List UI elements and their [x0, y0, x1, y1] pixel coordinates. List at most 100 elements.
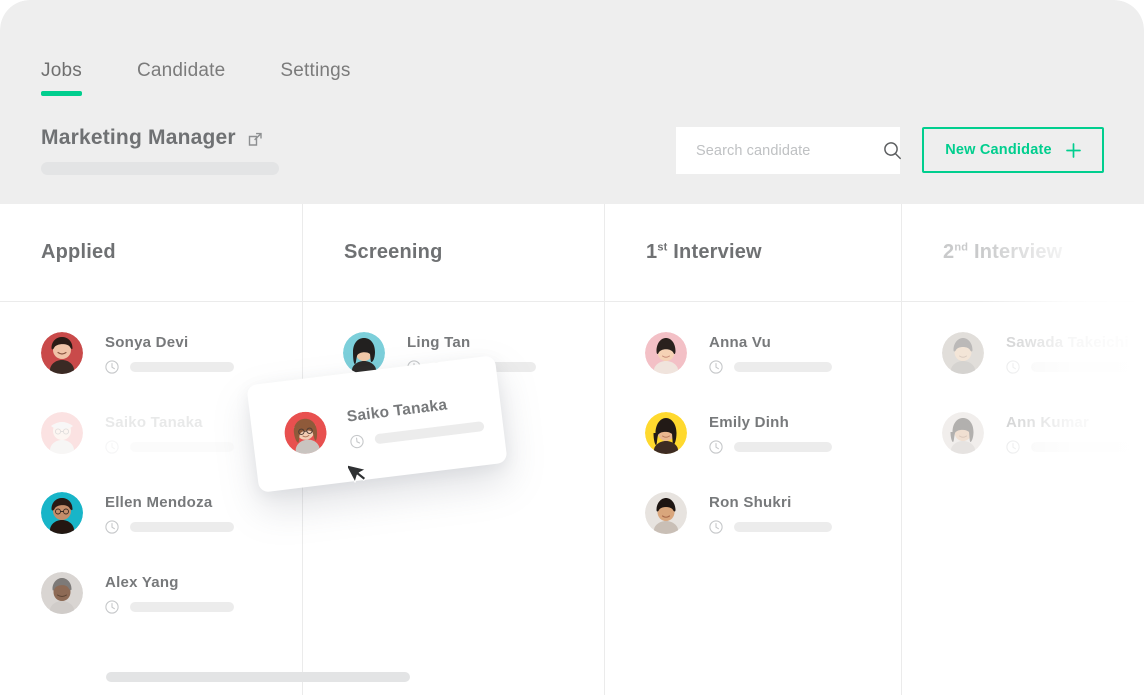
avatar [282, 409, 329, 456]
column-header-screening: Screening [303, 204, 604, 302]
meta-placeholder-bar [734, 522, 832, 532]
candidate-meta [1006, 440, 1131, 454]
horizontal-scrollbar[interactable] [106, 672, 410, 682]
candidate-card[interactable]: Ron Shukri [605, 480, 901, 560]
avatar [41, 492, 83, 534]
job-title-row: Marketing Manager [41, 126, 279, 150]
new-candidate-label: New Candidate [945, 142, 1052, 158]
meta-placeholder-bar [130, 442, 234, 452]
clock-icon [709, 360, 723, 374]
job-summary: Marketing Manager [41, 126, 279, 175]
meta-placeholder-bar [130, 522, 234, 532]
search-box[interactable] [676, 127, 902, 174]
tab-jobs[interactable]: Jobs [41, 60, 82, 96]
clock-icon [349, 433, 365, 449]
candidate-meta [709, 520, 832, 534]
column-header-second-interview: 2nd Interview [902, 204, 1144, 302]
avatar [41, 332, 83, 374]
page-title: Marketing Manager [41, 126, 236, 149]
clock-icon [709, 520, 723, 534]
candidate-meta [105, 440, 234, 454]
clock-icon [105, 360, 119, 374]
meta-placeholder-bar [734, 442, 832, 452]
candidate-info: Saiko Tanaka [346, 390, 485, 449]
page-header: Jobs Candidate Settings Marketing Manage… [0, 0, 1144, 204]
tab-settings-label: Settings [280, 60, 351, 81]
candidate-info: Ann Kumar [1006, 412, 1131, 454]
candidate-card[interactable]: Sawada Takeichi [902, 320, 1144, 400]
avatar [41, 572, 83, 614]
column-title-text: Interview [673, 241, 762, 263]
candidate-info: Anna Vu [709, 332, 832, 374]
candidate-meta [709, 360, 832, 374]
candidate-info: Sonya Devi [105, 332, 234, 374]
candidate-card[interactable]: Ellen Mendoza [0, 480, 302, 560]
candidate-name: Sonya Devi [105, 334, 189, 351]
candidate-info: Sawada Takeichi [1006, 332, 1131, 374]
candidate-name: Sawada Takeichi [1006, 334, 1129, 351]
column-cards-first-interview: Anna Vu Emily Dinh Ron Shukri [605, 302, 901, 560]
avatar [942, 412, 984, 454]
candidate-name: Anna Vu [709, 334, 772, 351]
clock-icon [709, 440, 723, 454]
candidate-name: Ann Kumar [1006, 414, 1090, 431]
clock-icon [105, 440, 119, 454]
candidate-card[interactable]: Ann Kumar [902, 400, 1144, 480]
column-title: Applied [41, 241, 116, 263]
job-subtitle-placeholder [41, 162, 279, 175]
column-title-text: Interview [973, 241, 1063, 263]
candidate-info: Emily Dinh [709, 412, 832, 454]
clock-icon [105, 600, 119, 614]
candidate-meta [105, 520, 234, 534]
external-link-icon[interactable] [248, 132, 263, 147]
column-title-number: 2 [943, 241, 955, 263]
candidate-card[interactable]: Anna Vu [605, 320, 901, 400]
column-header-applied: Applied [0, 204, 302, 302]
candidate-meta [709, 440, 832, 454]
candidate-meta [105, 360, 234, 374]
candidate-info: Saiko Tanaka [105, 412, 234, 454]
candidate-name: Ron Shukri [709, 494, 792, 511]
column-title-ordinal: st [657, 241, 668, 254]
tab-candidate[interactable]: Candidate [137, 60, 225, 96]
tab-jobs-label: Jobs [41, 60, 82, 81]
candidate-card[interactable]: Alex Yang [0, 560, 302, 640]
search-icon[interactable] [883, 141, 902, 160]
column-title-number: 1 [646, 241, 658, 263]
candidate-info: Alex Yang [105, 572, 234, 614]
meta-placeholder-bar [374, 420, 485, 444]
candidate-meta [1006, 360, 1131, 374]
candidate-name: Alex Yang [105, 574, 179, 591]
column-header-first-interview: 1st Interview [605, 204, 901, 302]
main-tabs: Jobs Candidate Settings [41, 60, 351, 96]
avatar [343, 332, 385, 374]
meta-placeholder-bar [1031, 362, 1131, 372]
clock-icon [1006, 360, 1020, 374]
clock-icon [105, 520, 119, 534]
board-column-second-interview: 2nd Interview Sawada Takeichi Ann Kumar [901, 204, 1144, 695]
candidate-card[interactable]: Emily Dinh [605, 400, 901, 480]
tab-settings[interactable]: Settings [280, 60, 350, 96]
app-window: Jobs Candidate Settings Marketing Manage… [0, 0, 1144, 695]
meta-placeholder-bar [130, 602, 234, 612]
column-title: 2nd Interview [943, 241, 1062, 264]
clock-icon [1006, 440, 1020, 454]
candidate-info: Ellen Mendoza [105, 492, 234, 534]
search-input[interactable] [696, 142, 883, 159]
candidate-info: Ron Shukri [709, 492, 832, 534]
candidate-name: Saiko Tanaka [105, 414, 203, 431]
column-title: Screening [344, 241, 443, 263]
meta-placeholder-bar [130, 362, 234, 372]
candidate-name: Ellen Mendoza [105, 494, 213, 511]
avatar [645, 412, 687, 454]
plus-icon [1065, 142, 1081, 158]
column-title: 1st Interview [646, 241, 762, 264]
tab-candidate-label: Candidate [136, 60, 226, 81]
avatar [645, 492, 687, 534]
candidate-name: Emily Dinh [709, 414, 790, 431]
board-column-first-interview: 1st Interview Anna Vu Emily Dinh Ron Shu… [604, 204, 901, 695]
avatar [645, 332, 687, 374]
new-candidate-button[interactable]: New Candidate [922, 127, 1104, 173]
avatar [41, 412, 83, 454]
candidate-name: Ling Tan [407, 334, 471, 351]
